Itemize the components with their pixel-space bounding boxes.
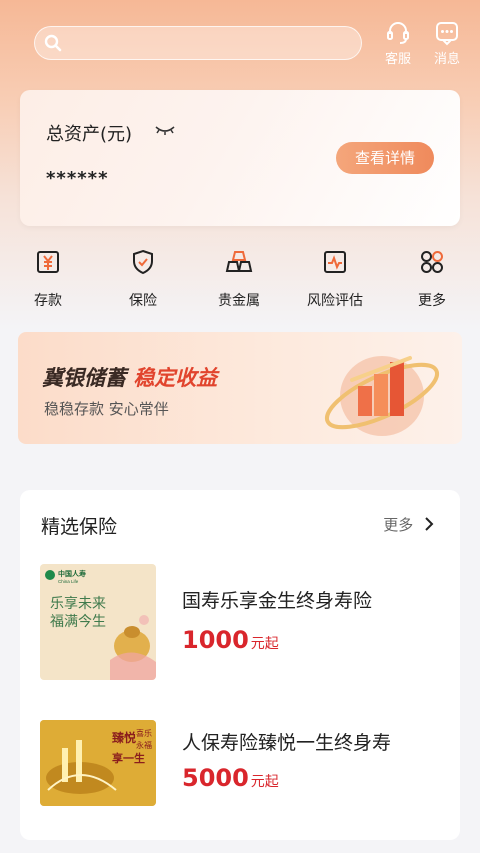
insurance-more-label: 更多 <box>383 516 414 534</box>
customer-service-label: 客服 <box>384 52 411 67</box>
nav-item-precious-metals[interactable]: 贵金属 <box>199 248 279 310</box>
messages-button[interactable]: 消息 <box>425 20 469 67</box>
thumb-text-1: 臻悦 <box>112 730 136 745</box>
thumb-slogan-line1: 乐享未来 <box>50 595 106 612</box>
banner-title-main: 冀银储蓄 <box>42 366 126 390</box>
total-assets-value: ****** <box>46 168 109 189</box>
insurance-more-link[interactable]: 更多 <box>383 514 434 535</box>
picc-life-product-image: 臻悦 享一生 喜乐 永福 <box>40 720 156 806</box>
search-input[interactable] <box>34 26 362 60</box>
banner-subtitle: 稳稳存款 安心常伴 <box>44 400 169 418</box>
product-price-value: 1000 <box>182 626 249 654</box>
savings-promo-banner[interactable]: 冀银储蓄 稳定收益 稳稳存款 安心常伴 <box>18 332 462 444</box>
product-name: 国寿乐享金生终身寿险 <box>182 590 373 612</box>
risk-chart-icon <box>324 251 346 273</box>
product-price-unit: 元起 <box>250 636 279 652</box>
product-name: 人保寿险臻悦一生终身寿 <box>182 732 392 754</box>
thumb-text-4: 永福 <box>136 740 152 750</box>
nav-label-risk-assessment: 风险评估 <box>307 293 363 309</box>
gold-bars-icon <box>225 251 253 272</box>
search-icon <box>44 34 62 52</box>
product-price-unit: 元起 <box>250 774 279 790</box>
chevron-right-icon <box>425 517 434 531</box>
customer-service-button[interactable]: 客服 <box>376 20 420 67</box>
banner-title: 冀银储蓄 稳定收益 <box>42 362 217 392</box>
insurance-shield-icon <box>133 249 153 275</box>
more-grid-icon <box>421 251 443 273</box>
nav-item-more[interactable]: 更多 <box>392 248 472 310</box>
nav-label-insurance: 保险 <box>129 293 157 309</box>
banner-title-highlight: 稳定收益 <box>133 366 218 390</box>
thumb-text-3: 喜乐 <box>136 728 152 738</box>
growth-chart-illustration <box>324 356 440 436</box>
insurance-section-title: 精选保险 <box>41 516 118 538</box>
product-price-value: 5000 <box>182 764 249 792</box>
nav-label-more: 更多 <box>418 293 446 309</box>
nav-label-deposit: 存款 <box>34 293 62 309</box>
product-price: 5000 元起 <box>182 764 279 792</box>
hide-eye-icon[interactable] <box>154 123 176 137</box>
insurance-product-row[interactable]: 中国人寿 China Life 乐享未来 福满今生 国寿乐享金生终身寿险 100… <box>40 564 440 680</box>
nav-item-risk-assessment[interactable]: 风险评估 <box>295 248 375 310</box>
thumb-logo-text: 中国人寿 <box>58 569 86 578</box>
deposit-icon <box>37 251 59 273</box>
headset-icon <box>387 22 409 44</box>
product-price: 1000 元起 <box>182 626 279 654</box>
nav-item-deposit[interactable]: 存款 <box>8 248 88 310</box>
thumb-logo-en: China Life <box>58 579 79 584</box>
insurance-product-row[interactable]: 臻悦 享一生 喜乐 永福 人保寿险臻悦一生终身寿 5000 元起 <box>40 720 440 806</box>
view-details-button[interactable]: 查看详情 <box>336 142 434 174</box>
thumb-slogan-line2: 福满今生 <box>50 614 106 630</box>
thumb-text-2: 享一生 <box>112 751 145 765</box>
messages-label: 消息 <box>433 52 460 67</box>
message-icon <box>436 22 458 46</box>
nav-label-precious-metals: 贵金属 <box>218 293 260 309</box>
quick-nav: 存款 保险 贵金属 风险评估 更多 <box>0 248 480 318</box>
total-assets-title: 总资产(元) <box>46 124 133 145</box>
total-assets-card: 总资产(元) ****** 查看详情 <box>20 90 460 226</box>
china-life-product-image: 中国人寿 China Life 乐享未来 福满今生 <box>40 564 156 680</box>
nav-item-insurance[interactable]: 保险 <box>103 248 183 310</box>
featured-insurance-card: 精选保险 更多 中国人寿 China Life 乐享未来 福满今生 国寿乐享金生… <box>20 490 460 840</box>
